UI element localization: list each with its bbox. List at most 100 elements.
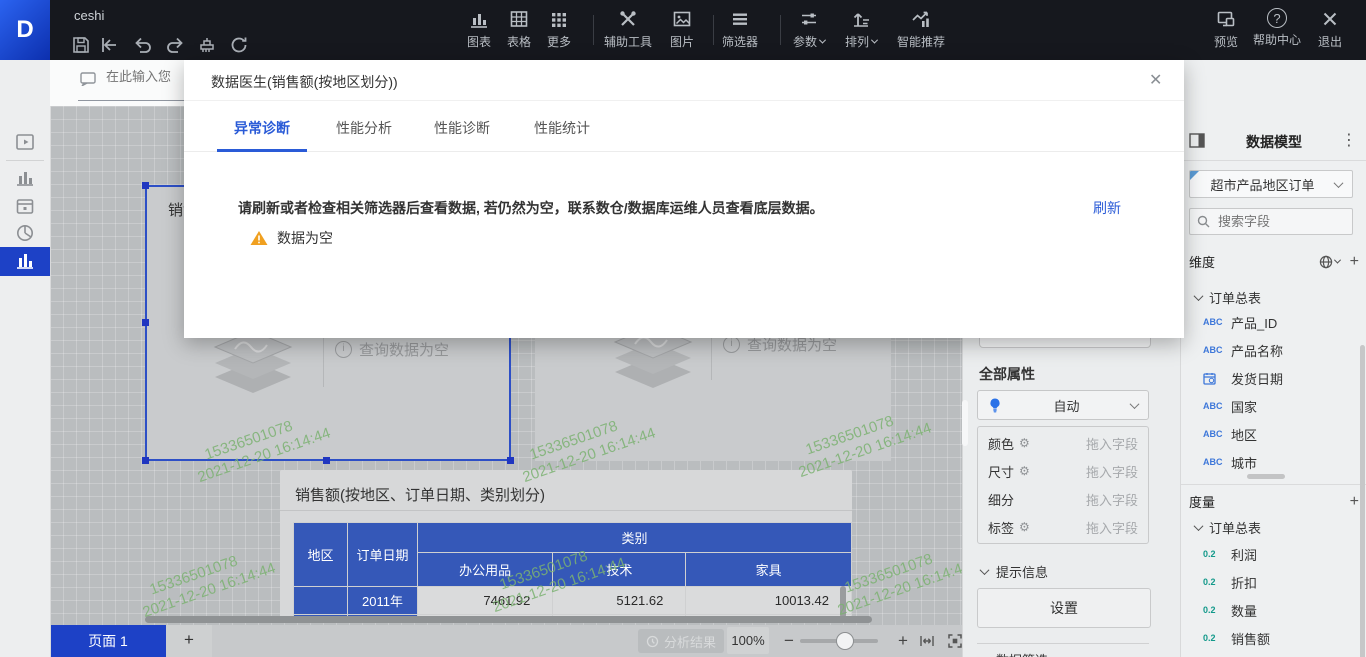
toolbar-smart-recommend-button[interactable]: 智能推荐: [890, 8, 952, 56]
add-dimension-icon[interactable]: +: [1350, 256, 1359, 268]
toolbar-filter-button[interactable]: 筛选器: [718, 8, 762, 56]
fields-horizontal-scrollbar[interactable]: [1247, 474, 1285, 479]
divider: [280, 510, 852, 511]
cell-region: [294, 587, 348, 615]
col-header-cat-2: 家具: [686, 553, 852, 587]
gear-icon[interactable]: ⚙: [1019, 520, 1030, 534]
input-underline: [78, 100, 184, 101]
help-center-button[interactable]: ? 帮助中心: [1249, 8, 1305, 56]
chevron-down-icon: [819, 37, 826, 44]
watermark: 153365010782021-12-20 16:14:44: [147, 541, 278, 618]
dataset-selector[interactable]: 超市产品地区订单: [1189, 170, 1353, 198]
field-item[interactable]: ABC国家: [1203, 396, 1257, 416]
resize-handle-se[interactable]: [507, 457, 514, 464]
tab-exception-diagnosis[interactable]: 异常诊断: [217, 118, 307, 138]
toolbar-chart-button[interactable]: 图表: [460, 8, 498, 56]
fit-width-icon[interactable]: [918, 632, 936, 650]
resize-handle-nw[interactable]: [142, 182, 149, 189]
refresh-icon[interactable]: [228, 34, 252, 58]
resize-handle-sw[interactable]: [142, 457, 149, 464]
sidebar-item-chart-selected[interactable]: [0, 247, 50, 276]
preview-button[interactable]: 预览: [1207, 8, 1245, 56]
bar-chart-icon[interactable]: [13, 166, 37, 190]
abc-icon: ABC: [1203, 429, 1223, 439]
zoom-in-button[interactable]: +: [898, 631, 908, 651]
canvas-horizontal-scrollbar[interactable]: [145, 616, 872, 623]
calendar-icon[interactable]: [13, 194, 37, 218]
skip-back-icon[interactable]: [98, 34, 122, 58]
toolbar-more-button[interactable]: 更多: [540, 8, 578, 56]
search-input[interactable]: [1216, 213, 1345, 230]
abc-icon: ABC: [1203, 401, 1223, 411]
dimension-group[interactable]: 订单总表: [1195, 288, 1261, 306]
data-model-panel: 数据模型 ⋮ 超市产品地区订单 维度 + 订单总表 ABC: [1180, 60, 1366, 657]
presentation-icon[interactable]: [13, 130, 37, 154]
gear-icon[interactable]: ⚙: [1019, 436, 1030, 450]
auto-mode-dropdown[interactable]: 自动: [977, 390, 1149, 420]
property-row-size[interactable]: 尺寸⚙ 拖入字段: [988, 457, 1138, 485]
resize-handle-s[interactable]: [323, 457, 330, 464]
app-logo[interactable]: D: [0, 0, 50, 60]
more-options-icon[interactable]: ⋮: [1341, 130, 1357, 150]
pie-chart-icon[interactable]: [13, 221, 37, 245]
field-item[interactable]: ABC城市: [1203, 452, 1257, 472]
close-icon[interactable]: ✕: [1149, 70, 1162, 90]
zoom-level-display[interactable]: 100%: [727, 627, 769, 654]
measure-item[interactable]: 0.2折扣: [1203, 572, 1257, 592]
panel-vertical-scrollbar[interactable]: [1360, 345, 1365, 657]
format-brush-icon[interactable]: [196, 34, 220, 58]
property-row-detail[interactable]: 细分 拖入字段: [988, 485, 1138, 513]
toolbar-table-button[interactable]: 表格: [500, 8, 538, 56]
property-row-label[interactable]: 标签⚙ 拖入字段: [988, 513, 1138, 541]
measure-item[interactable]: 0.2利润: [1203, 544, 1257, 564]
divider: [323, 335, 324, 387]
measure-group[interactable]: 订单总表: [1195, 518, 1261, 536]
table-vertical-scrollbar[interactable]: [840, 586, 846, 618]
trend-icon: [910, 8, 932, 30]
image-icon: [671, 8, 693, 30]
table-widget[interactable]: 销售额(按地区、订单日期、类别划分) 地区 订单日期 类别 办公用品 技术 家具…: [280, 470, 852, 623]
exit-button[interactable]: 退出: [1311, 8, 1349, 56]
add-page-button[interactable]: +: [166, 625, 212, 657]
globe-icon[interactable]: [1319, 255, 1340, 269]
toolbar-image-button[interactable]: 图片: [663, 8, 701, 56]
info-icon: i: [723, 336, 740, 353]
tooltip-settings-button[interactable]: 设置: [977, 588, 1151, 628]
tab-performance-diagnosis[interactable]: 性能诊断: [434, 118, 490, 138]
save-icon[interactable]: [70, 34, 94, 58]
bottom-bar: 页面 1 + 分析结果 100% − +: [50, 625, 962, 657]
resize-handle-w[interactable]: [142, 319, 149, 326]
analysis-result-button[interactable]: 分析结果: [638, 629, 724, 653]
tab-performance-stats[interactable]: 性能统计: [534, 118, 590, 138]
field-item[interactable]: ABC产品_ID: [1203, 312, 1277, 332]
refresh-link[interactable]: 刷新: [1093, 198, 1121, 218]
divider: [1181, 160, 1366, 161]
dimensions-header: 维度 +: [1189, 252, 1359, 271]
field-search-box[interactable]: [1189, 208, 1353, 235]
redo-icon[interactable]: [164, 34, 188, 58]
table-widget-title: 销售额(按地区、订单日期、类别划分): [295, 484, 545, 505]
page-tab-1[interactable]: 页面 1: [50, 625, 166, 657]
add-measure-icon[interactable]: +: [1350, 496, 1359, 508]
zoom-slider-handle[interactable]: [836, 632, 854, 650]
table-row: 2011年 7461.92 5121.62 10013.42: [294, 587, 852, 615]
tooltip-section-header[interactable]: 提示信息: [981, 562, 1048, 581]
comment-input[interactable]: [104, 68, 184, 85]
toolbar-params-button[interactable]: 参数: [786, 8, 832, 56]
undo-icon[interactable]: [132, 34, 156, 58]
tab-performance-analysis[interactable]: 性能分析: [336, 118, 392, 138]
cell-value-2: 10013.42: [686, 587, 852, 615]
widget-title-clipped: 销售额(按地区划分): [168, 199, 184, 219]
toolbar-arrange-button[interactable]: 排列: [838, 8, 884, 56]
gear-icon[interactable]: ⚙: [1019, 464, 1030, 478]
zoom-out-button[interactable]: −: [784, 631, 794, 651]
property-row-color[interactable]: 颜色⚙ 拖入字段: [988, 429, 1138, 457]
field-item[interactable]: ABC地区: [1203, 424, 1257, 444]
panel-scrollbar-thumb[interactable]: [962, 400, 968, 446]
field-item[interactable]: ABC产品名称: [1203, 340, 1283, 360]
measure-item[interactable]: 0.2销售额: [1203, 628, 1270, 648]
field-item[interactable]: 发货日期: [1203, 368, 1283, 388]
measure-item[interactable]: 0.2数量: [1203, 600, 1257, 620]
data-filter-section-partial[interactable]: 数据筛选: [981, 650, 1048, 657]
toolbar-aux-tools-button[interactable]: 辅助工具: [600, 8, 656, 56]
